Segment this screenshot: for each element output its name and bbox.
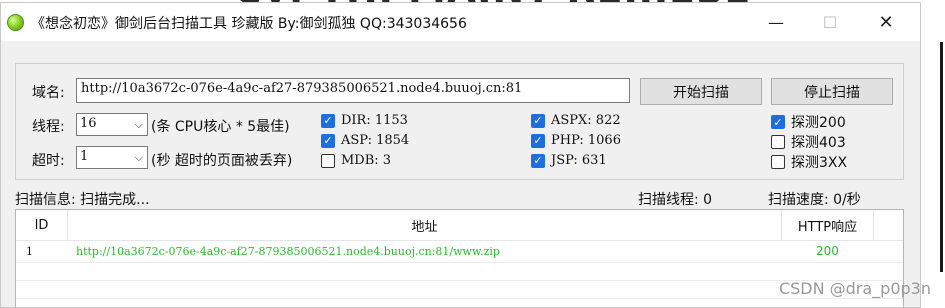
probe-label: 探测3XX xyxy=(791,155,848,171)
watermark: CSDN @dra_p0p3n xyxy=(778,279,931,298)
scan-threads: 扫描线程: 0 xyxy=(638,192,713,208)
dict-label: JSP: 631 xyxy=(551,153,607,168)
probe-checkbox-3xx[interactable]: ✓ 探测3XX xyxy=(771,152,847,172)
checkbox-unchecked-icon: ✓ xyxy=(321,153,335,168)
threads-select[interactable]: 16 ⌵ xyxy=(76,113,148,136)
checkbox-unchecked-icon: ✓ xyxy=(771,135,785,149)
dict-label: ASP: 1854 xyxy=(341,133,410,148)
dict-checkbox-php[interactable]: ✓ PHP: 1066 xyxy=(531,133,621,148)
checkbox-checked-icon: ✓ xyxy=(531,133,545,148)
threads-label: 线程: xyxy=(32,119,65,135)
scan-info: 扫描信息: 扫描完成... xyxy=(15,192,150,208)
timeout-hint: (秒 超时的页面被丢弃) xyxy=(151,153,293,169)
start-scan-button[interactable]: 开始扫描 xyxy=(640,78,762,105)
dict-checkbox-aspx[interactable]: ✓ ASPX: 822 xyxy=(531,113,621,128)
dict-checkbox-jsp[interactable]: ✓ JSP: 631 xyxy=(531,153,607,168)
close-button[interactable]: ✕ xyxy=(863,3,909,41)
scanner-window: 《想念初恋》御剑后台扫描工具 珍藏版 By:御剑孤独 QQ:343034656 … xyxy=(0,2,921,308)
results-table: ID 地址 HTTP响应 1 http://10a3672c-076e-4a9c… xyxy=(15,209,904,307)
background-strip xyxy=(921,0,945,308)
column-header-http[interactable]: HTTP响应 xyxy=(782,210,874,240)
probe-label: 探测403 xyxy=(791,135,846,151)
settings-panel: 域名: http://10a3672c-076e-4a9c-af27-87938… xyxy=(15,63,904,180)
dict-checkbox-mdb[interactable]: ✓ MDB: 3 xyxy=(321,153,391,168)
checkbox-checked-icon: ✓ xyxy=(321,113,335,128)
probe-checkbox-403[interactable]: ✓ 探测403 xyxy=(771,132,846,152)
row-divider xyxy=(16,298,903,299)
table-header: ID 地址 HTTP响应 xyxy=(16,210,903,241)
dict-checkbox-asp[interactable]: ✓ ASP: 1854 xyxy=(321,133,409,148)
probe-label: 探测200 xyxy=(791,115,846,131)
timeout-value: 1 xyxy=(80,149,89,164)
dict-label: MDB: 3 xyxy=(341,153,392,168)
row-id: 1 xyxy=(26,245,33,258)
timeout-select[interactable]: 1 ⌵ xyxy=(76,146,148,169)
stop-scan-button[interactable]: 停止扫描 xyxy=(771,78,893,105)
row-divider xyxy=(16,262,903,263)
app-icon xyxy=(7,14,24,31)
column-header-id[interactable]: ID xyxy=(16,210,68,240)
window-title: 《想念初恋》御剑后台扫描工具 珍藏版 By:御剑孤独 QQ:343034656 xyxy=(31,16,467,32)
row-divider xyxy=(16,280,903,281)
domain-input[interactable]: http://10a3672c-076e-4a9c-af27-879385006… xyxy=(76,78,630,103)
row-http-code: 200 xyxy=(816,244,839,258)
minimize-button[interactable]: — xyxy=(753,3,799,41)
dict-label: DIR: 1153 xyxy=(341,113,408,128)
dict-checkbox-dir[interactable]: ✓ DIR: 1153 xyxy=(321,113,408,128)
maximize-button[interactable]: ☐ xyxy=(807,3,853,41)
threads-hint: (条 CPU核心 * 5最佳) xyxy=(151,119,290,135)
dict-label: ASPX: 822 xyxy=(551,113,621,128)
dict-label: PHP: 1066 xyxy=(551,133,621,148)
column-header-url[interactable]: 地址 xyxy=(68,210,782,240)
checkbox-checked-icon: ✓ xyxy=(531,113,545,128)
title-bar[interactable]: 《想念初恋》御剑后台扫描工具 珍藏版 By:御剑孤独 QQ:343034656 … xyxy=(1,3,920,41)
scan-speed: 扫描速度: 0/秒 xyxy=(768,192,861,208)
checkbox-checked-icon: ✓ xyxy=(531,153,545,168)
chevron-down-icon: ⌵ xyxy=(134,151,143,164)
timeout-label: 超时: xyxy=(32,153,65,169)
row-url: http://10a3672c-076e-4a9c-af27-879385006… xyxy=(76,245,500,258)
checkbox-checked-icon: ✓ xyxy=(321,133,335,148)
domain-label: 域名: xyxy=(32,85,65,101)
chevron-down-icon: ⌵ xyxy=(134,118,143,131)
threads-value: 16 xyxy=(80,116,97,131)
checkbox-unchecked-icon: ✓ xyxy=(771,155,785,169)
checkbox-checked-icon: ✓ xyxy=(771,115,785,129)
probe-checkbox-200[interactable]: ✓ 探测200 xyxy=(771,112,846,132)
